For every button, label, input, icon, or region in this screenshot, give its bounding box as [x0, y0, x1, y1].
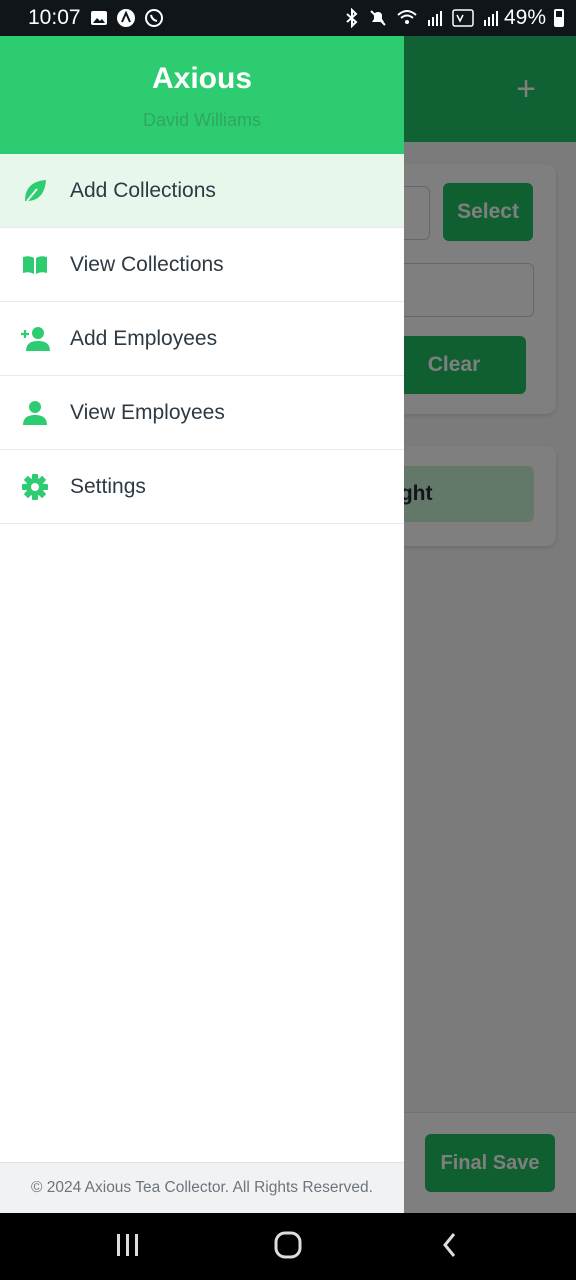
status-system-icons	[344, 8, 500, 28]
navigation-drawer: Axious David Williams Add Collections Vi…	[0, 36, 404, 1213]
menu-label: Add Collections	[70, 178, 216, 202]
book-icon	[20, 250, 50, 280]
signal-icon	[484, 11, 498, 26]
add-person-icon	[20, 324, 50, 354]
mute-icon	[370, 10, 386, 26]
menu-item-settings[interactable]: Settings	[0, 450, 404, 524]
menu-item-view-employees[interactable]: View Employees	[0, 376, 404, 450]
gear-icon	[20, 472, 50, 502]
whatsapp-icon	[145, 9, 163, 27]
status-bar: 10:07 49%	[0, 0, 576, 36]
menu-label: View Employees	[70, 400, 225, 424]
menu-label: View Collections	[70, 252, 224, 276]
menu-item-add-employees[interactable]: Add Employees	[0, 302, 404, 376]
menu-label: Settings	[70, 474, 146, 498]
battery-percentage: 49%	[503, 6, 546, 29]
drawer-footer: © 2024 Axious Tea Collector. All Rights …	[0, 1162, 404, 1213]
drawer-title: Axious	[151, 62, 253, 95]
menu-item-view-collections[interactable]: View Collections	[0, 228, 404, 302]
person-icon	[20, 398, 50, 428]
drawer-header: Axious David Williams	[0, 36, 404, 154]
signal-icon	[428, 11, 442, 26]
drawer-username: David Williams	[142, 110, 261, 130]
battery-icon	[554, 9, 564, 27]
home-icon[interactable]	[274, 1231, 302, 1264]
menu-label: Add Employees	[70, 326, 218, 350]
status-time: 10:07	[28, 6, 81, 29]
volte-icon	[452, 9, 474, 27]
status-notification-icons	[90, 8, 164, 28]
system-nav-bar	[0, 1213, 576, 1280]
gallery-icon	[91, 11, 107, 25]
recent-apps-icon[interactable]	[116, 1231, 140, 1264]
bluetooth-icon	[346, 8, 358, 28]
back-icon[interactable]	[440, 1231, 460, 1264]
a-icon	[117, 9, 135, 27]
leaf-icon	[20, 176, 50, 206]
drawer-menu: Add Collections View Collections Add Emp…	[0, 154, 404, 524]
wifi-icon	[397, 10, 417, 24]
menu-item-add-collections[interactable]: Add Collections	[0, 154, 404, 228]
